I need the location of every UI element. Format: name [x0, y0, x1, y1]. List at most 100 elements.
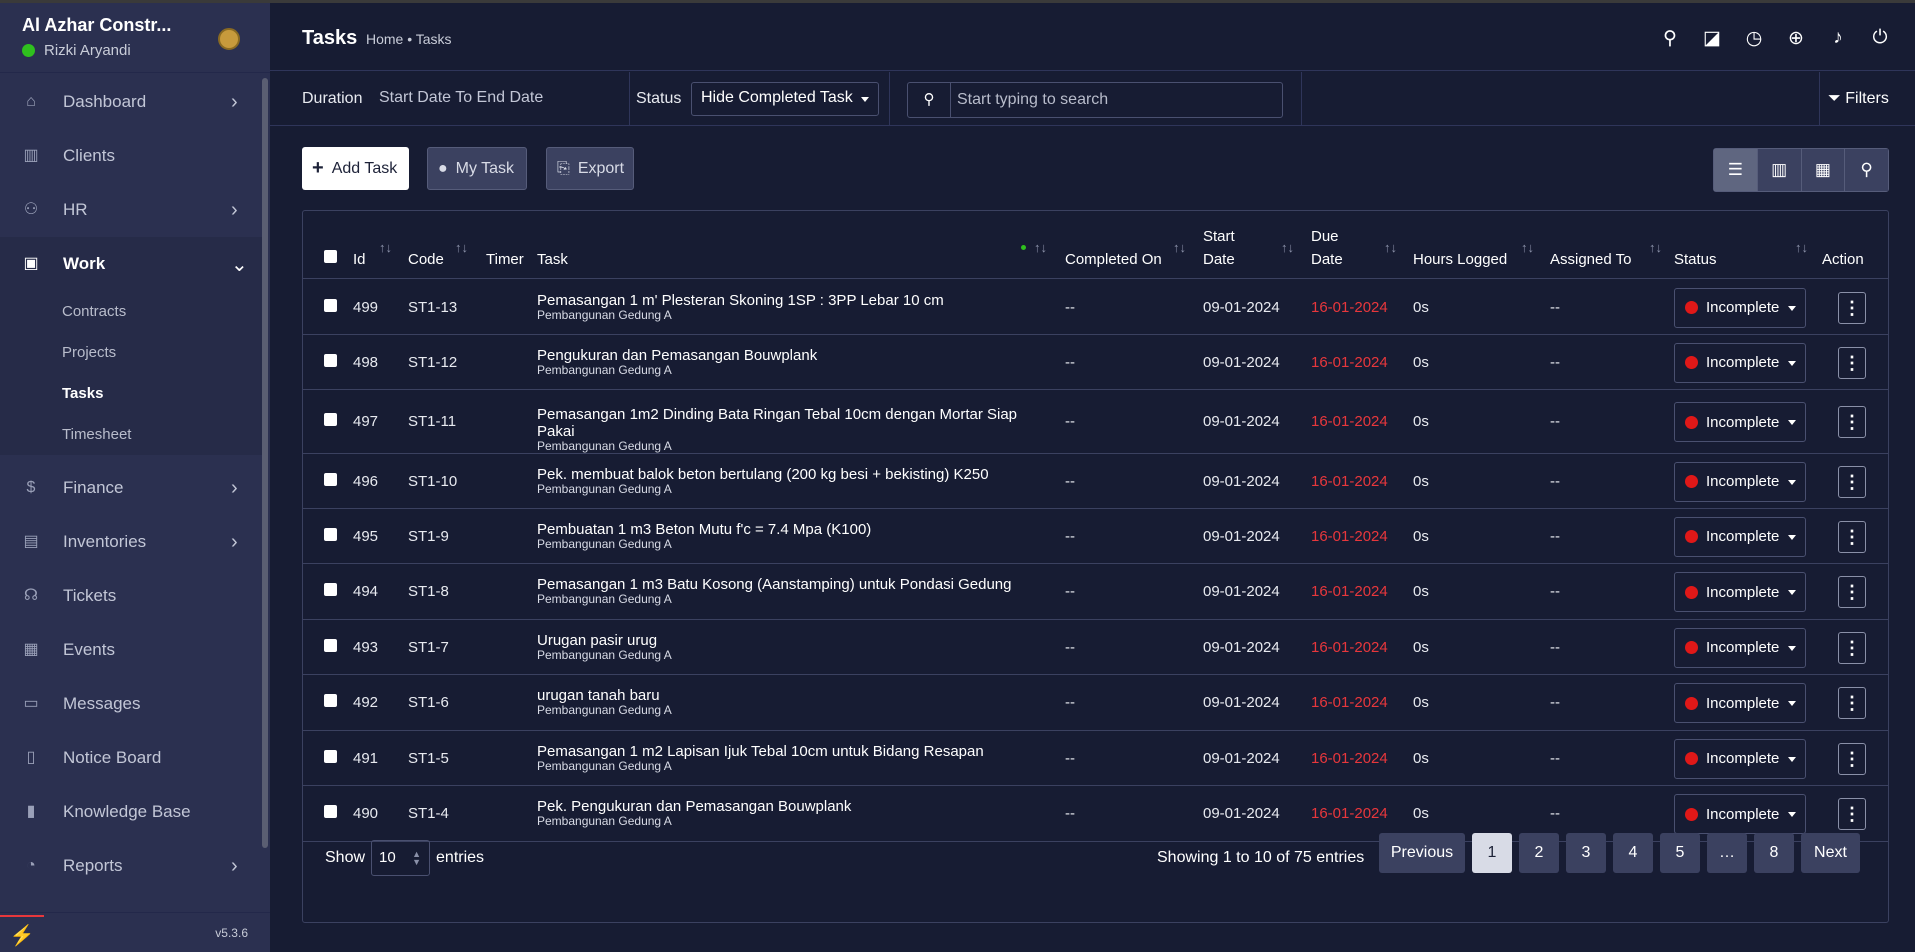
row-checkbox[interactable] [324, 527, 337, 541]
date-range-picker[interactable]: Start Date To End Date [379, 89, 543, 107]
sidebar-scrollbar[interactable] [262, 78, 268, 848]
task-name-link[interactable]: Urugan pasir urug [537, 632, 1037, 649]
sidebar-item-knowledge-base[interactable]: ▮ Knowledge Base [0, 785, 262, 839]
task-project-link[interactable]: Pembangunan Gedung A [537, 759, 1037, 773]
row-actions-button[interactable]: ⋮ [1838, 687, 1866, 719]
pin-icon[interactable]: ⚲ [1845, 149, 1888, 191]
sidebar-item-inventories[interactable]: ▤ Inventories › [0, 515, 262, 569]
brand-header[interactable]: Al Azhar Constr... Rizki Aryandi [0, 3, 270, 73]
task-project-link[interactable]: Pembangunan Gedung A [537, 363, 1037, 377]
page-3[interactable]: 3 [1566, 833, 1606, 873]
row-checkbox[interactable] [324, 694, 337, 707]
sort-icon[interactable]: ↑↓ [1649, 240, 1662, 255]
task-name-link[interactable]: Pemasangan 1m2 Dinding Bata Ringan Tebal… [537, 406, 1037, 440]
page-5[interactable]: 5 [1660, 833, 1700, 873]
task-project-link[interactable]: Pembangunan Gedung A [537, 440, 1037, 453]
col-task[interactable]: Task [537, 248, 568, 271]
task-name-link[interactable]: Pek. Pengukuran dan Pemasangan Bouwplank [537, 798, 1037, 815]
row-actions-button[interactable]: ⋮ [1838, 576, 1866, 608]
row-checkbox[interactable] [324, 805, 337, 818]
kanban-view-icon[interactable]: ▥ [1757, 149, 1802, 191]
task-project-link[interactable]: Pembangunan Gedung A [537, 815, 1037, 828]
task-name-link[interactable]: Pemasangan 1 m' Plesteran Skoning 1SP : … [537, 292, 1037, 309]
sort-icon[interactable]: ↑↓ [379, 240, 392, 255]
search-icon[interactable]: ⚲ [1649, 27, 1691, 50]
col-due-date-line1[interactable]: Due [1311, 225, 1339, 248]
row-checkbox[interactable] [324, 413, 337, 426]
status-dropdown[interactable]: Incomplete [1674, 738, 1806, 779]
task-name-link[interactable]: Pembuatan 1 m3 Beton Mutu f'c = 7.4 Mpa … [537, 521, 1037, 538]
status-dropdown[interactable]: Incomplete [1674, 683, 1806, 723]
status-dropdown[interactable]: Incomplete [1674, 402, 1806, 442]
row-checkbox[interactable] [324, 298, 337, 312]
task-name-link[interactable]: Pek. membuat balok beton bertulang (200 … [537, 466, 1037, 483]
col-id[interactable]: Id [353, 248, 366, 271]
task-name-link[interactable]: Pemasangan 1 m3 Batu Kosong (Aanstamping… [537, 576, 1037, 593]
my-task-button[interactable]: ● My Task [427, 147, 527, 190]
sort-icon[interactable]: ↑↓ [1034, 240, 1047, 255]
status-dropdown[interactable]: Incomplete [1674, 461, 1806, 502]
row-checkbox[interactable] [324, 749, 337, 763]
page-1[interactable]: 1 [1472, 833, 1512, 873]
status-filter-select[interactable]: Hide Completed Task [691, 82, 879, 116]
page-8[interactable]: 8 [1754, 833, 1794, 873]
row-checkbox[interactable] [324, 638, 337, 652]
sidebar-item-clients[interactable]: ▥ Clients [0, 129, 262, 183]
page-2[interactable]: 2 [1519, 833, 1559, 873]
sort-icon[interactable]: ↑↓ [455, 240, 468, 255]
row-actions-button[interactable]: ⋮ [1838, 465, 1866, 498]
task-project-link[interactable]: Pembangunan Gedung A [537, 308, 1037, 322]
sort-icon[interactable]: ↑↓ [1173, 240, 1186, 255]
row-checkbox[interactable] [324, 583, 337, 596]
sort-icon[interactable]: ↑↓ [1384, 240, 1397, 255]
sidebar-item-reports[interactable]: ◔ Reports › [0, 839, 262, 893]
col-code[interactable]: Code [408, 248, 444, 271]
task-name-link[interactable]: urugan tanah baru [537, 687, 1037, 704]
app-logo-icon[interactable]: ⚡ [0, 915, 44, 952]
page-length-select[interactable]: 10 ▲ ▼ [371, 840, 431, 876]
task-project-link[interactable]: Pembangunan Gedung A [537, 704, 1037, 717]
page-4[interactable]: 4 [1613, 833, 1653, 873]
filters-button[interactable]: ⏷ Filters [1828, 90, 1889, 108]
select-all-checkbox[interactable] [324, 250, 337, 263]
search-input[interactable] [951, 83, 1282, 117]
status-dropdown[interactable]: Incomplete [1674, 794, 1806, 834]
sidebar-item-events[interactable]: ▦ Events [0, 623, 262, 677]
sticky-note-icon[interactable]: ◪ [1691, 27, 1733, 50]
sidebar-item-timesheet[interactable]: Timesheet [0, 414, 262, 455]
status-dropdown[interactable]: Incomplete [1674, 287, 1806, 328]
sidebar-item-notice-board[interactable]: ▯ Notice Board [0, 731, 262, 785]
add-task-button[interactable]: + Add Task [302, 147, 409, 190]
status-dropdown[interactable]: Incomplete [1674, 516, 1806, 557]
row-actions-button[interactable]: ⋮ [1838, 346, 1866, 379]
sidebar-item-hr[interactable]: ⚇ HR › [0, 183, 262, 237]
task-project-link[interactable]: Pembangunan Gedung A [537, 482, 1037, 496]
sort-icon[interactable]: ↑↓ [1795, 240, 1808, 255]
row-actions-button[interactable]: ⋮ [1838, 742, 1866, 775]
sidebar-item-work[interactable]: ▣ Work ⌄ [0, 237, 262, 291]
task-name-link[interactable]: Pengukuran dan Pemasangan Bouwplank [537, 347, 1037, 364]
page-previous[interactable]: Previous [1379, 833, 1465, 873]
sidebar-item-projects[interactable]: Projects [0, 332, 262, 373]
clock-icon[interactable]: ◷ [1733, 27, 1775, 50]
sort-icon[interactable]: ↑↓ [1281, 240, 1294, 255]
row-actions-button[interactable]: ⋮ [1838, 520, 1866, 553]
sidebar-item-dashboard[interactable]: ⌂ Dashboard › [0, 75, 262, 129]
bell-icon[interactable]: ♪ [1817, 27, 1859, 50]
sidebar-item-tickets[interactable]: ☊ Tickets [0, 569, 262, 623]
status-dropdown[interactable]: Incomplete [1674, 572, 1806, 612]
row-actions-button[interactable]: ⋮ [1838, 798, 1866, 830]
col-start-date-line1[interactable]: Start [1203, 225, 1235, 248]
row-actions-button[interactable]: ⋮ [1838, 631, 1866, 664]
row-actions-button[interactable]: ⋮ [1838, 291, 1866, 324]
status-dropdown[interactable]: Incomplete [1674, 627, 1806, 668]
sort-icon[interactable]: ↑↓ [1521, 240, 1534, 255]
list-view-icon[interactable]: ☰ [1714, 149, 1758, 191]
calendar-view-icon[interactable]: ▦ [1801, 149, 1846, 191]
row-actions-button[interactable]: ⋮ [1838, 406, 1866, 438]
status-dropdown[interactable]: Incomplete [1674, 342, 1806, 383]
sidebar-item-messages[interactable]: ▭ Messages [0, 677, 262, 731]
row-checkbox[interactable] [324, 472, 337, 486]
col-status[interactable]: Status [1674, 248, 1717, 271]
col-start-date-line2[interactable]: Date [1203, 248, 1235, 271]
